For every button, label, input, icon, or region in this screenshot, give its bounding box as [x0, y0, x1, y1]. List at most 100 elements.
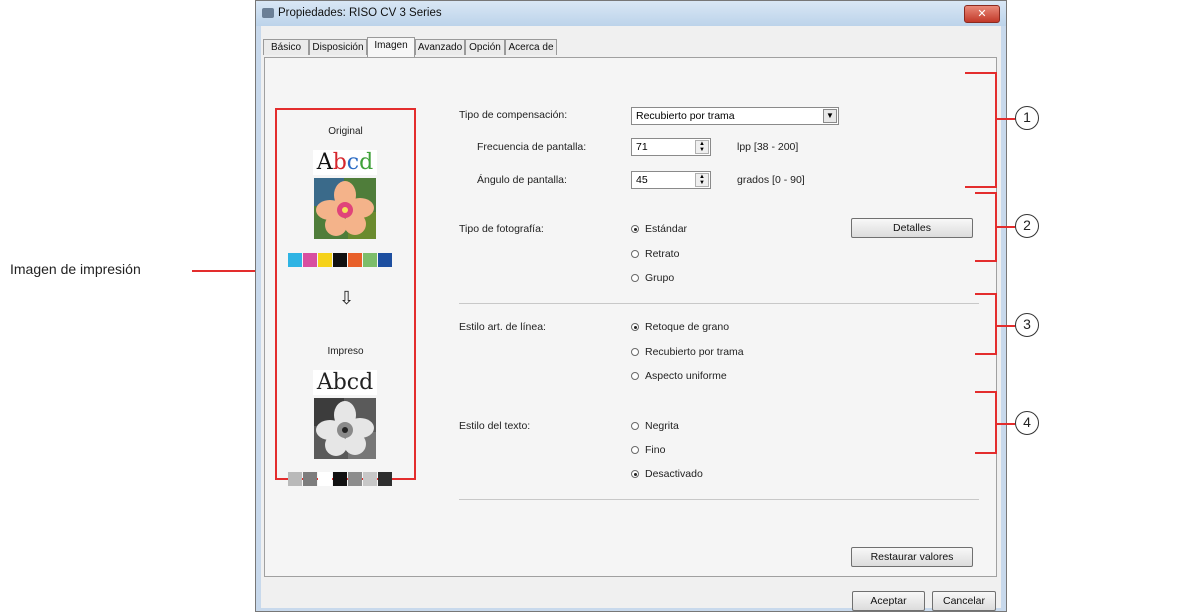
screen-angle-input[interactable]: 45 ▲ ▼: [631, 171, 711, 189]
swatch: [318, 472, 332, 486]
radio-icon: [631, 422, 639, 430]
ok-button[interactable]: Aceptar: [852, 591, 925, 611]
bracket-connector: [997, 118, 1015, 120]
original-sample-text: Abcd: [313, 150, 377, 175]
swatch: [378, 472, 392, 486]
screen-frequency-value: 71: [636, 141, 648, 153]
section-bracket-3: [975, 293, 997, 355]
separator: [459, 499, 979, 500]
compensation-type-label: Tipo de compensación:: [459, 109, 568, 121]
chevron-down-icon[interactable]: ▼: [823, 109, 837, 123]
option-label: Desactivado: [645, 468, 703, 480]
option-label: Aspecto uniforme: [645, 370, 727, 382]
down-arrow-icon: ⇩: [339, 288, 355, 308]
spin-arrows-icon[interactable]: ▲ ▼: [695, 173, 709, 187]
option-label: Retrato: [645, 248, 680, 260]
section-marker-2: 2: [1015, 214, 1039, 238]
swatch: [363, 253, 377, 267]
close-button[interactable]: ✕: [964, 5, 1000, 23]
print-image-preview: Original Abcd ⇩ Impreso Abcd: [275, 108, 416, 486]
cancel-button[interactable]: Cancelar: [932, 591, 996, 611]
line-art-style-label: Estilo art. de línea:: [459, 321, 546, 333]
option-label: Fino: [645, 444, 666, 456]
swatch: [333, 472, 347, 486]
option-label: Estándar: [645, 223, 688, 235]
section-bracket-2: [975, 192, 997, 262]
line-art-option-recubierto[interactable]: Recubierto por trama: [631, 346, 744, 358]
tab-avanzado[interactable]: Avanzado: [415, 39, 465, 55]
swatch: [288, 472, 302, 486]
printed-flower-image: [314, 398, 376, 459]
swatch: [363, 472, 377, 486]
radio-icon: [631, 323, 639, 331]
imagen-panel: Original Abcd ⇩ Impreso Abcd Tipo de com…: [264, 57, 997, 577]
text-style-option-desactivado[interactable]: Desactivado: [631, 468, 703, 480]
photo-type-label: Tipo de fotografía:: [459, 223, 544, 235]
section-marker-1: 1: [1015, 106, 1039, 130]
option-label: Retoque de grano: [645, 321, 730, 333]
radio-icon: [631, 470, 639, 478]
option-label: Grupo: [645, 272, 675, 284]
swatch: [303, 472, 317, 486]
properties-dialog: Propiedades: RISO CV 3 Series ✕ Básico D…: [255, 0, 1007, 612]
radio-icon: [631, 250, 639, 258]
photo-option-grupo[interactable]: Grupo: [631, 272, 674, 284]
tab-acerca-de[interactable]: Acerca de: [505, 39, 557, 55]
swatch: [288, 253, 302, 267]
screen-angle-value: 45: [636, 174, 648, 186]
screen-frequency-label: Frecuencia de pantalla:: [477, 141, 587, 153]
print-image-annotation: Imagen de impresión: [10, 261, 141, 277]
spin-arrows-icon[interactable]: ▲ ▼: [695, 140, 709, 154]
bracket-connector: [997, 325, 1015, 327]
original-label: Original: [328, 126, 363, 137]
window-title: Propiedades: RISO CV 3 Series: [278, 7, 442, 19]
radio-icon: [631, 225, 639, 233]
screen-angle-label: Ángulo de pantalla:: [477, 174, 567, 186]
text-style-option-fino[interactable]: Fino: [631, 444, 665, 456]
printer-icon: [262, 8, 274, 18]
printed-label: Impreso: [327, 346, 364, 357]
line-art-option-retoque[interactable]: Retoque de grano: [631, 321, 729, 333]
tab-disposicion[interactable]: Disposición: [309, 39, 367, 55]
tab-imagen[interactable]: Imagen: [367, 37, 415, 57]
swatch: [318, 253, 332, 267]
photo-option-retrato[interactable]: Retrato: [631, 248, 679, 260]
screen-frequency-range: lpp [38 - 200]: [737, 141, 799, 153]
compensation-type-select[interactable]: Recubierto por trama ▼: [631, 107, 839, 125]
tab-basico[interactable]: Básico: [263, 39, 309, 55]
photo-option-estandar[interactable]: Estándar: [631, 223, 687, 235]
section-bracket-4: [975, 391, 997, 454]
option-label: Recubierto por trama: [645, 346, 744, 358]
bracket-connector: [997, 423, 1015, 425]
bracket-connector: [997, 226, 1015, 228]
swatch: [378, 253, 392, 267]
annotation-line: [192, 270, 264, 272]
section-marker-4: 4: [1015, 411, 1039, 435]
swatch: [333, 253, 347, 267]
swatch: [348, 253, 362, 267]
screen-angle-range: grados [0 - 90]: [737, 174, 805, 186]
original-flower-image: [314, 178, 376, 239]
swatch: [303, 253, 317, 267]
radio-icon: [631, 372, 639, 380]
title-bar: Propiedades: RISO CV 3 Series ✕: [256, 1, 1006, 26]
dialog-client: Básico Disposición Imagen Avanzado Opció…: [261, 26, 1001, 611]
restore-defaults-button[interactable]: Restaurar valores: [851, 547, 973, 567]
screen-frequency-input[interactable]: 71 ▲ ▼: [631, 138, 711, 156]
section-marker-3: 3: [1015, 313, 1039, 337]
section-bracket-1: [965, 72, 997, 188]
text-style-label: Estilo del texto:: [459, 420, 531, 432]
radio-icon: [631, 348, 639, 356]
text-style-option-negrita[interactable]: Negrita: [631, 420, 679, 432]
printed-sample-text: Abcd: [313, 370, 377, 395]
option-label: Negrita: [645, 420, 679, 432]
radio-icon: [631, 446, 639, 454]
radio-icon: [631, 274, 639, 282]
color-swatches: [288, 253, 392, 267]
gray-swatches: [288, 472, 392, 486]
separator: [459, 303, 979, 304]
swatch: [348, 472, 362, 486]
details-button[interactable]: Detalles: [851, 218, 973, 238]
tab-opcion[interactable]: Opción: [465, 39, 505, 55]
line-art-option-uniforme[interactable]: Aspecto uniforme: [631, 370, 727, 382]
